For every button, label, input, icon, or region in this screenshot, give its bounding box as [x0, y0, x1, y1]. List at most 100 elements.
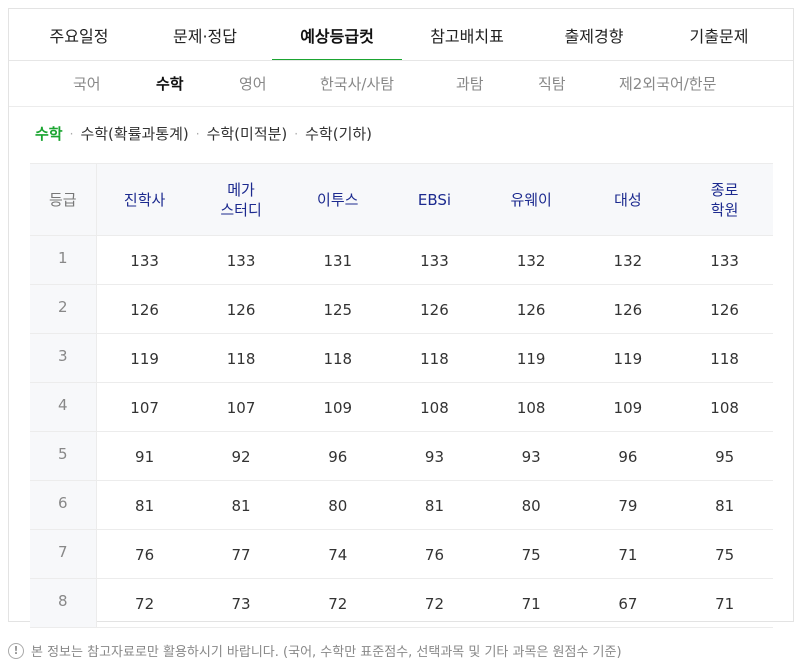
score-cell: 92 — [192, 431, 290, 481]
table-row: 1 133 133 131 133 132 132 133 — [30, 235, 773, 285]
subject-tab-4[interactable]: 한국사/사탐 — [320, 61, 394, 106]
score-cell: 72 — [289, 578, 387, 628]
score-cell: 76 — [96, 529, 193, 579]
info-icon: ! — [8, 642, 24, 659]
score-cell: 77 — [192, 529, 290, 579]
score-cell: 81 — [676, 480, 773, 530]
filter-item-4[interactable]: 수학(기하) — [305, 123, 372, 144]
tab-3[interactable]: 예상등급컷 — [272, 9, 402, 61]
subject-tab-1[interactable]: 국어 — [73, 61, 101, 106]
table-row: 5 91 92 96 93 93 96 95 — [30, 431, 773, 481]
score-cell: 108 — [482, 382, 580, 432]
score-cell: 109 — [289, 382, 387, 432]
provider-name-line: 대성 — [614, 190, 642, 209]
score-cell: 74 — [289, 529, 387, 579]
filter-item-3[interactable]: 수학(미적분) — [207, 123, 288, 144]
tab-6[interactable]: 기출문제 — [656, 9, 782, 60]
grade-cell: 2 — [30, 284, 97, 334]
grade-column-header: 등급 — [30, 163, 97, 236]
notice-text: 본 정보는 참고자료로만 활용하시기 바랍니다. (국어, 수학만 표준점수, … — [31, 645, 622, 660]
subject-tab-6[interactable]: 직탐 — [538, 61, 566, 106]
score-cell: 79 — [579, 480, 677, 530]
table-row: 3 119 118 118 118 119 119 118 — [30, 333, 773, 383]
score-cell: 72 — [96, 578, 193, 628]
tab-1[interactable]: 주요일정 — [20, 9, 138, 60]
score-cell: 126 — [386, 284, 483, 334]
subject-tab-3[interactable]: 영어 — [239, 61, 267, 106]
provider-name-line: EBSi — [417, 190, 452, 209]
score-cell: 132 — [579, 235, 677, 285]
grade-cell: 6 — [30, 480, 97, 530]
math-type-filter: 수학 · 수학(확률과통계) · 수학(미적분) · 수학(기하) — [35, 123, 372, 144]
score-cell: 76 — [386, 529, 483, 579]
score-cell: 126 — [579, 284, 677, 334]
provider-name-line: 학원 — [710, 200, 739, 219]
grade-cell: 3 — [30, 333, 97, 383]
subject-tab-5[interactable]: 과탐 — [456, 61, 484, 106]
grade-cut-table: 등급 진학사 메가 스터디 이투스 EBSi 유웨이 대성 종로 학원 1 133 133 131 133… — [30, 163, 773, 628]
provider-column-header: 대성 — [579, 163, 677, 236]
provider-column-header: EBSi — [386, 163, 483, 236]
main-tab-bar: 주요일정 문제·정답 예상등급컷 참고배치표 출제경향 기출문제 — [9, 9, 793, 61]
score-cell: 91 — [96, 431, 193, 481]
score-cell: 108 — [676, 382, 773, 432]
tab-5[interactable]: 출제경향 — [532, 9, 656, 60]
score-cell: 126 — [676, 284, 773, 334]
table-row: 4 107 107 109 108 108 109 108 — [30, 382, 773, 432]
provider-column-header: 메가 스터디 — [192, 163, 290, 236]
subject-tab-2[interactable]: 수학 — [156, 61, 184, 106]
filter-item-2[interactable]: 수학(확률과통계) — [80, 123, 188, 144]
score-cell: 133 — [96, 235, 193, 285]
score-cell: 119 — [482, 333, 580, 383]
score-cell: 126 — [482, 284, 580, 334]
tab-2[interactable]: 문제·정답 — [138, 9, 272, 60]
score-cell: 81 — [96, 480, 193, 530]
provider-column-header: 이투스 — [289, 163, 387, 236]
provider-name-line: 유웨이 — [510, 190, 552, 209]
score-cell: 81 — [192, 480, 290, 530]
table-header-row: 등급 진학사 메가 스터디 이투스 EBSi 유웨이 대성 종로 학원 — [30, 163, 773, 236]
grade-cut-panel: 주요일정 문제·정답 예상등급컷 참고배치표 출제경향 기출문제 국어 수학 영어 한국사/사탐… — [8, 8, 794, 628]
score-cell: 75 — [676, 529, 773, 579]
grade-cell: 8 — [30, 578, 97, 628]
provider-column-header: 종로 학원 — [676, 163, 773, 236]
filter-item-1[interactable]: 수학 — [35, 123, 63, 144]
table-row: 2 126 126 125 126 126 126 126 — [30, 284, 773, 334]
notice: ! 본 정보는 참고자료로만 활용하시기 바랍니다. (국어, 수학만 표준점수… — [8, 641, 622, 660]
provider-name-line: 이투스 — [317, 190, 359, 209]
grade-cell: 4 — [30, 382, 97, 432]
score-cell: 118 — [289, 333, 387, 383]
provider-name-line: 스터디 — [220, 200, 262, 219]
score-cell: 118 — [676, 333, 773, 383]
score-cell: 73 — [192, 578, 290, 628]
score-cell: 125 — [289, 284, 387, 334]
score-cell: 96 — [289, 431, 387, 481]
tab-4[interactable]: 참고배치표 — [402, 9, 532, 60]
provider-column-header: 유웨이 — [482, 163, 580, 236]
subject-tab-7[interactable]: 제2외국어/한문 — [619, 61, 716, 106]
filter-separator: · — [294, 126, 299, 141]
score-cell: 133 — [676, 235, 773, 285]
score-cell: 67 — [579, 578, 677, 628]
score-cell: 126 — [192, 284, 290, 334]
score-cell: 109 — [579, 382, 677, 432]
score-cell: 107 — [192, 382, 290, 432]
score-cell: 133 — [192, 235, 290, 285]
grade-cell: 7 — [30, 529, 97, 579]
table-row: 6 81 81 80 81 80 79 81 — [30, 480, 773, 530]
table-row: 8 72 73 72 72 71 67 71 — [30, 578, 773, 628]
score-cell: 132 — [482, 235, 580, 285]
provider-name-line: 종로 — [710, 180, 739, 199]
score-cell: 118 — [386, 333, 483, 383]
score-cell: 131 — [289, 235, 387, 285]
score-cell: 81 — [386, 480, 483, 530]
score-cell: 126 — [96, 284, 193, 334]
score-cell: 119 — [96, 333, 193, 383]
score-cell: 71 — [482, 578, 580, 628]
provider-name-line: 메가 — [227, 180, 255, 199]
score-cell: 75 — [482, 529, 580, 579]
score-cell: 72 — [386, 578, 483, 628]
score-cell: 95 — [676, 431, 773, 481]
score-cell: 93 — [386, 431, 483, 481]
table-row: 7 76 77 74 76 75 71 75 — [30, 529, 773, 579]
